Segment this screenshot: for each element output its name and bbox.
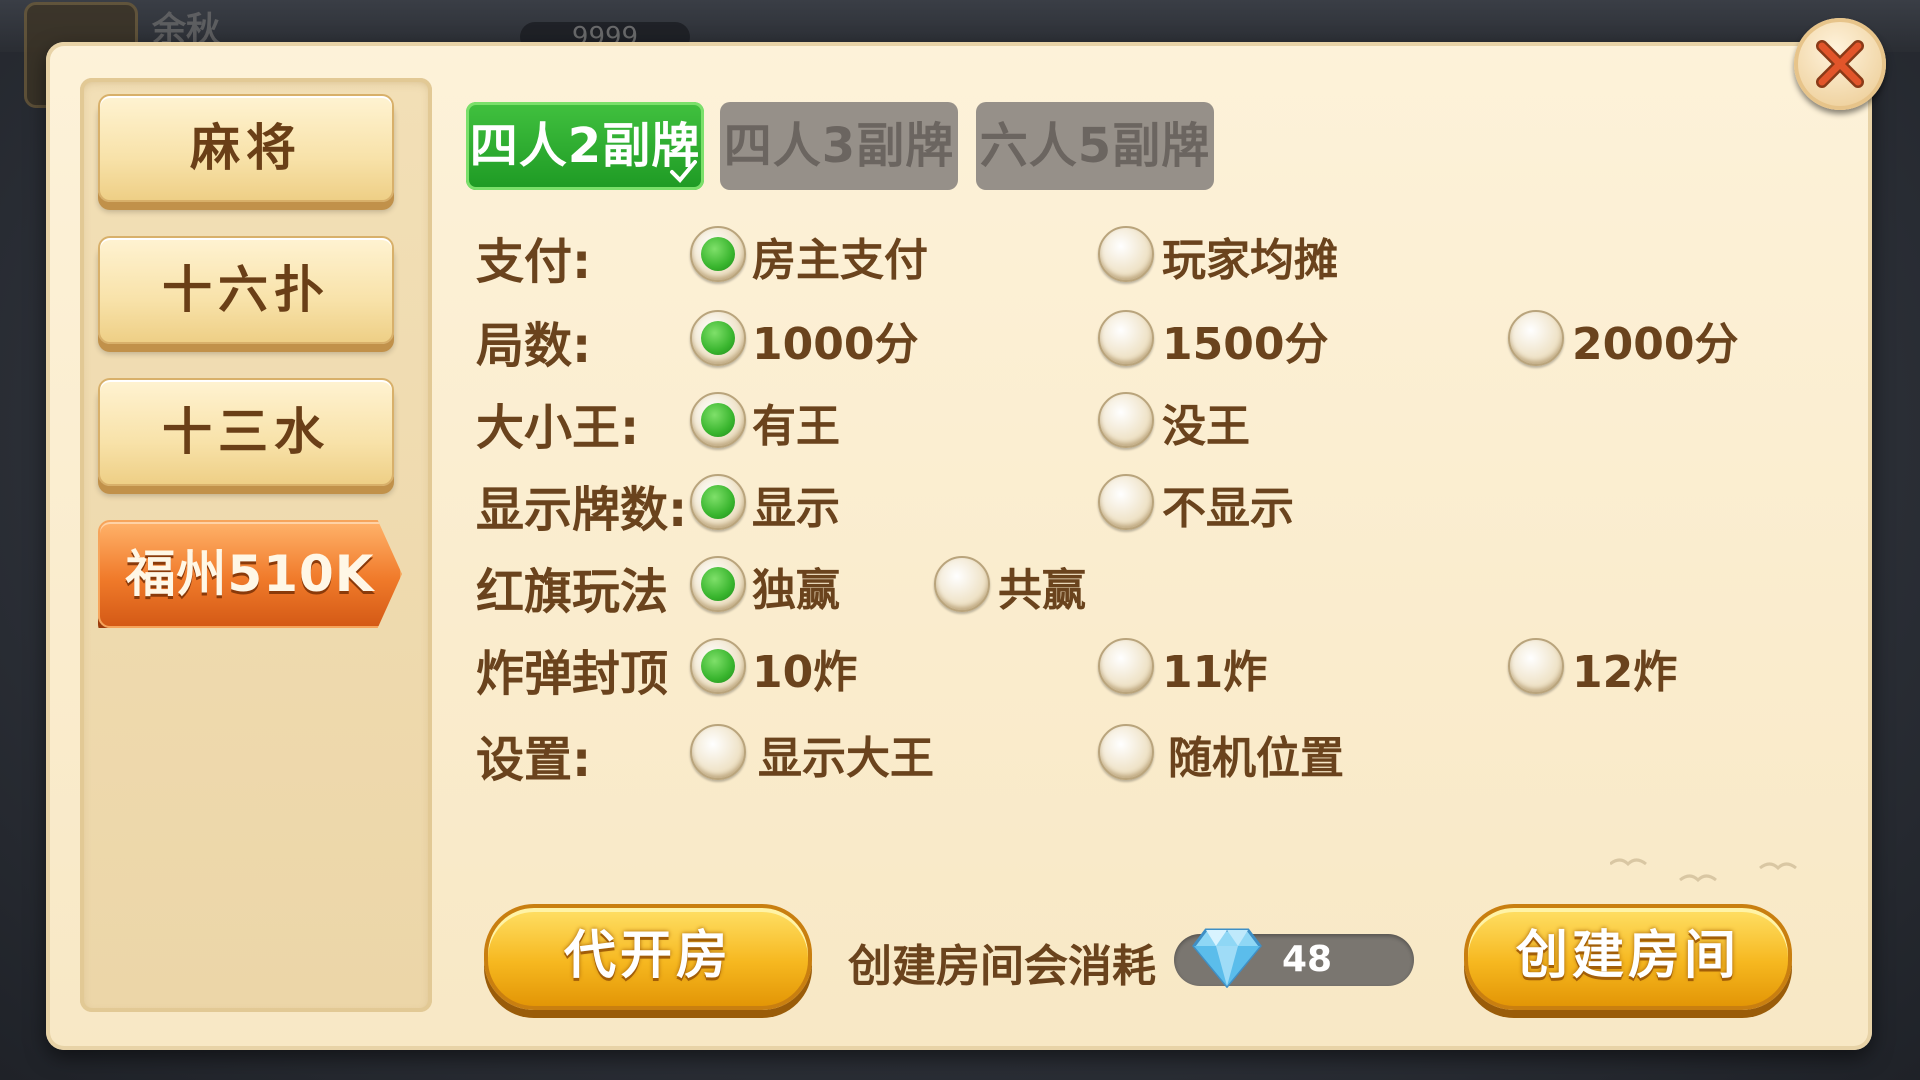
option-label: 不显示 — [1162, 483, 1294, 534]
radio-red-flag-shared[interactable] — [934, 556, 990, 612]
option-label: 没王 — [1162, 401, 1250, 452]
create-room-button[interactable]: 创建房间 — [1464, 904, 1792, 1010]
cost-text: 创建房间会消耗 — [848, 941, 1156, 992]
radio-rounds-1500[interactable] — [1098, 310, 1154, 366]
option-label: 房主支付 — [752, 235, 928, 286]
bomb-cap-label: 炸弹封顶 — [476, 646, 669, 702]
radio-payment-host[interactable] — [690, 226, 746, 282]
radio-bomb-cap-12[interactable] — [1508, 638, 1564, 694]
radio-show-big-joker[interactable] — [690, 724, 746, 780]
radio-random-seat[interactable] — [1098, 724, 1154, 780]
sidebar-item-shiliupu[interactable]: 十六扑 — [98, 236, 394, 344]
tab-label: 四人2副牌 — [469, 118, 701, 174]
tab-four-player-3-decks[interactable]: 四人3副牌 — [720, 102, 958, 190]
option-label: 1000分 — [752, 319, 919, 370]
option-label: 独赢 — [752, 565, 840, 616]
sidebar-item-shisanshui[interactable]: 十三水 — [98, 378, 394, 486]
radio-jokers-no[interactable] — [1098, 392, 1154, 448]
radio-rounds-1000[interactable] — [690, 310, 746, 366]
radio-bomb-cap-10[interactable] — [690, 638, 746, 694]
diamond-icon — [1192, 928, 1262, 988]
close-button[interactable] — [1794, 18, 1886, 110]
tab-six-player-5-decks[interactable]: 六人5副牌 — [976, 102, 1214, 190]
option-label: 10炸 — [752, 647, 858, 698]
payment-label: 支付: — [476, 234, 592, 290]
radio-payment-split[interactable] — [1098, 226, 1154, 282]
radio-red-flag-solo[interactable] — [690, 556, 746, 612]
radio-rounds-2000[interactable] — [1508, 310, 1564, 366]
radio-show-count-no[interactable] — [1098, 474, 1154, 530]
option-label: 11炸 — [1162, 647, 1268, 698]
option-label: 1500分 — [1162, 319, 1329, 370]
tab-four-player-2-decks[interactable]: 四人2副牌 — [466, 102, 704, 190]
option-label: 显示大王 — [758, 733, 934, 784]
check-icon — [670, 160, 697, 183]
jokers-label: 大小王: — [476, 400, 640, 456]
birds-decoration — [1610, 858, 1797, 883]
red-flag-label: 红旗玩法 — [476, 564, 669, 620]
settings-label: 设置: — [476, 732, 592, 788]
option-label: 共赢 — [998, 565, 1086, 616]
show-card-count-label: 显示牌数: — [476, 482, 688, 538]
close-icon — [1816, 40, 1864, 88]
rounds-label: 局数: — [476, 318, 592, 374]
option-label: 随机位置 — [1168, 733, 1344, 784]
proxy-open-room-button[interactable]: 代开房 — [484, 904, 812, 1010]
diamond-cost-value: 48 — [1281, 939, 1333, 980]
option-label: 2000分 — [1572, 319, 1739, 370]
sidebar-item-fuzhou-510k[interactable]: 福州510K — [98, 520, 402, 628]
radio-jokers-yes[interactable] — [690, 392, 746, 448]
option-label: 显示 — [752, 483, 840, 534]
radio-show-count-yes[interactable] — [690, 474, 746, 530]
option-label: 12炸 — [1572, 647, 1678, 698]
sidebar-item-mahjong[interactable]: 麻将 — [98, 94, 394, 202]
radio-bomb-cap-11[interactable] — [1098, 638, 1154, 694]
option-label: 有王 — [752, 401, 840, 452]
option-label: 玩家均摊 — [1162, 235, 1338, 286]
